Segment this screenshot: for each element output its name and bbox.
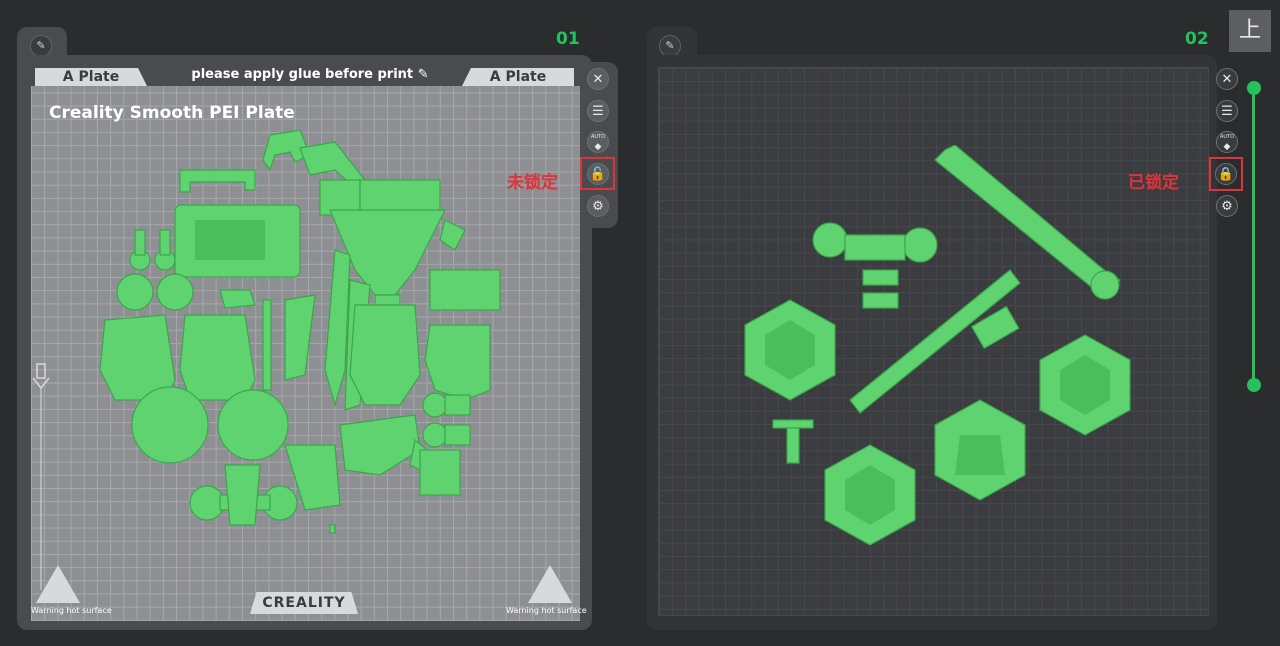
glue-notice: please apply glue before print ✎ xyxy=(175,66,445,84)
pencil-icon: ✎ xyxy=(36,39,46,52)
glue-notice-text: please apply glue before print xyxy=(191,67,414,82)
plate-type-title: Creality Smooth PEI Plate xyxy=(49,103,295,123)
plate2-list-button[interactable]: ☰ xyxy=(1216,100,1238,122)
plate1-index: 01 xyxy=(556,29,580,49)
gear-icon: ⚙ xyxy=(592,199,604,214)
warning-left-text: Warning hot surface xyxy=(31,606,112,615)
plate1-list-button[interactable]: ☰ xyxy=(587,100,609,122)
top-view-button[interactable]: 上 xyxy=(1229,10,1271,52)
auto-arrange-icon: ◆ xyxy=(1223,142,1231,152)
auto-label: AUTO xyxy=(590,134,606,140)
creality-logo: CREALITY xyxy=(250,592,358,614)
auto-label: AUTO xyxy=(1219,134,1235,140)
lock-icon: 🔓 xyxy=(589,167,607,182)
locked-annotation: 已锁定 xyxy=(1128,173,1179,193)
plate2-settings-button[interactable]: ⚙ xyxy=(1216,195,1238,217)
plate2-edit-button[interactable]: ✎ xyxy=(659,35,681,57)
auto-arrange-icon: ◆ xyxy=(594,142,602,152)
layer-slider-track[interactable] xyxy=(1252,88,1255,386)
plate1-lock-button[interactable]: 🔓 xyxy=(587,163,609,185)
hot-surface-icon xyxy=(528,565,572,603)
layer-slider-top-handle[interactable] xyxy=(1247,81,1261,95)
plate1-tag-left: A Plate xyxy=(35,68,147,86)
plate2-lock-button[interactable]: 🔒 xyxy=(1215,163,1237,185)
plate1-auto-arrange-button[interactable]: AUTO ◆ xyxy=(587,131,609,153)
plate2-index: 02 xyxy=(1185,29,1209,49)
list-icon: ☰ xyxy=(592,104,604,119)
close-icon: ✕ xyxy=(1221,72,1233,87)
pencil-icon: ✎ xyxy=(665,39,675,52)
hot-surface-icon xyxy=(36,565,80,603)
plate1-edit-button[interactable]: ✎ xyxy=(30,35,52,57)
list-icon: ☰ xyxy=(1221,104,1233,119)
gear-icon: ⚙ xyxy=(1221,199,1233,214)
plate1-close-button[interactable]: ✕ xyxy=(587,68,609,90)
plate1-tag-right: A Plate xyxy=(462,68,574,86)
top-view-icon: 上 xyxy=(1238,18,1261,43)
plate1-model-parts[interactable] xyxy=(95,130,505,535)
plate2-close-button[interactable]: ✕ xyxy=(1216,68,1238,90)
warning-right-text: Warning hot surface xyxy=(506,606,587,615)
pencil-icon: ✎ xyxy=(417,67,429,82)
plate1-settings-button[interactable]: ⚙ xyxy=(587,195,609,217)
layer-slider-bottom-handle[interactable] xyxy=(1247,378,1261,392)
lock-icon: 🔒 xyxy=(1217,167,1235,182)
plate2-model-parts[interactable] xyxy=(735,145,1145,545)
close-icon: ✕ xyxy=(592,72,604,87)
plate1-ruler xyxy=(32,363,50,590)
unlocked-annotation: 未锁定 xyxy=(507,173,558,193)
plate2-auto-arrange-button[interactable]: AUTO ◆ xyxy=(1216,131,1238,153)
